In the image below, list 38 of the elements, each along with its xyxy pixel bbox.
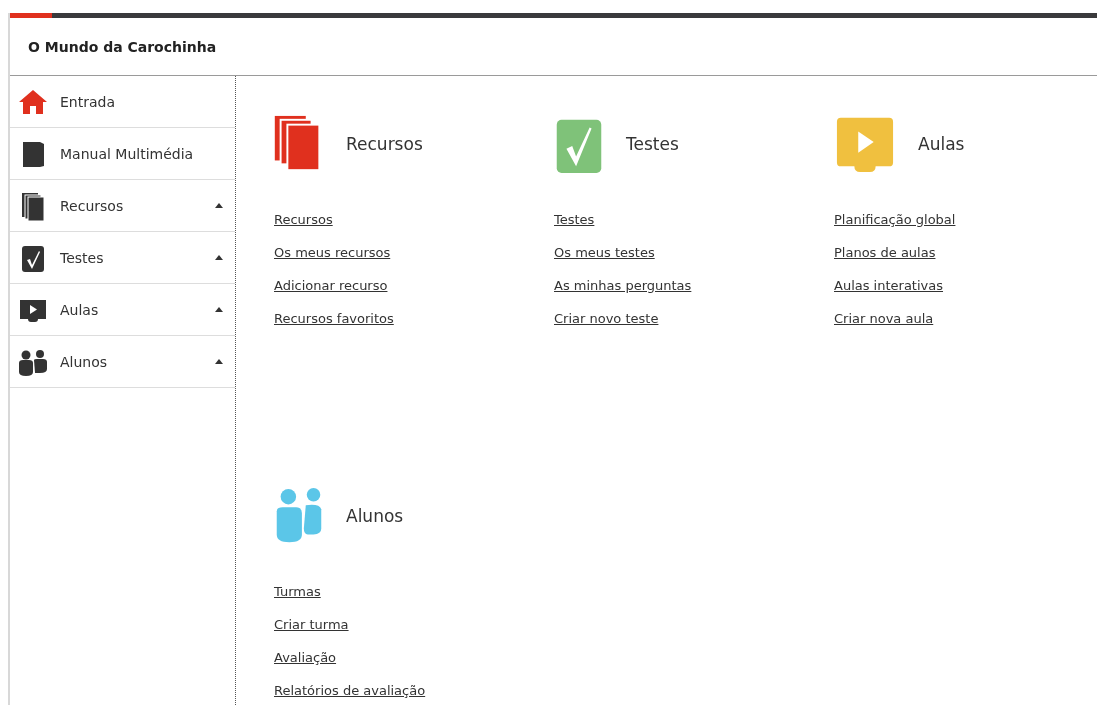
section-link[interactable]: Planificação global	[834, 210, 956, 229]
sidebar-label: Testes	[60, 249, 105, 266]
section-title: Alunos	[346, 506, 404, 526]
sidebar-item[interactable]: Testes	[10, 232, 235, 284]
accent-strip	[10, 13, 52, 18]
app-title: O Mundo da Carochinha	[28, 38, 217, 55]
section-link[interactable]: Planos de aulas	[834, 243, 936, 262]
sidebar-label: Manual Multimédia	[60, 145, 195, 162]
section-link[interactable]: Aulas interativas	[834, 276, 943, 295]
caret-icon[interactable]	[215, 203, 223, 208]
sidebar-label: Alunos	[60, 353, 109, 370]
sidebar-label: Aulas	[60, 301, 100, 318]
caret-icon[interactable]	[215, 359, 223, 364]
caret-icon[interactable]	[215, 255, 223, 260]
section-link[interactable]: Testes	[554, 210, 595, 229]
sidebar-label: Recursos	[60, 197, 125, 214]
section-title: Testes	[626, 134, 679, 154]
caret-icon[interactable]	[215, 307, 223, 312]
section-link[interactable]: Criar nova aula	[834, 309, 934, 328]
section-link[interactable]: Relatórios de avaliação	[274, 681, 426, 700]
sidebar-item[interactable]: Aulas	[10, 284, 235, 336]
section-link[interactable]: Avaliação	[274, 648, 337, 667]
section-title: Recursos	[346, 134, 423, 154]
section-link[interactable]: Turmas	[274, 582, 321, 601]
section-link[interactable]: Recursos	[274, 210, 333, 229]
section-link[interactable]: Recursos favoritos	[274, 309, 394, 328]
section-link[interactable]: Criar novo teste	[554, 309, 659, 328]
sidebar-item[interactable]: Entrada	[10, 76, 235, 128]
section-title: Aulas	[918, 134, 965, 154]
section-link[interactable]: Os meus testes	[554, 243, 655, 262]
section-link[interactable]: Criar turma	[274, 615, 349, 634]
section-link[interactable]: As minhas perguntas	[554, 276, 692, 295]
section-link[interactable]: Adicionar recurso	[274, 276, 388, 295]
section-link[interactable]: Os meus recursos	[274, 243, 391, 262]
sidebar-item[interactable]: Recursos	[10, 180, 235, 232]
sidebar-item[interactable]: Alunos	[10, 336, 235, 388]
sidebar-item[interactable]: Manual Multimédia	[10, 128, 235, 180]
sidebar-label: Entrada	[60, 93, 116, 110]
